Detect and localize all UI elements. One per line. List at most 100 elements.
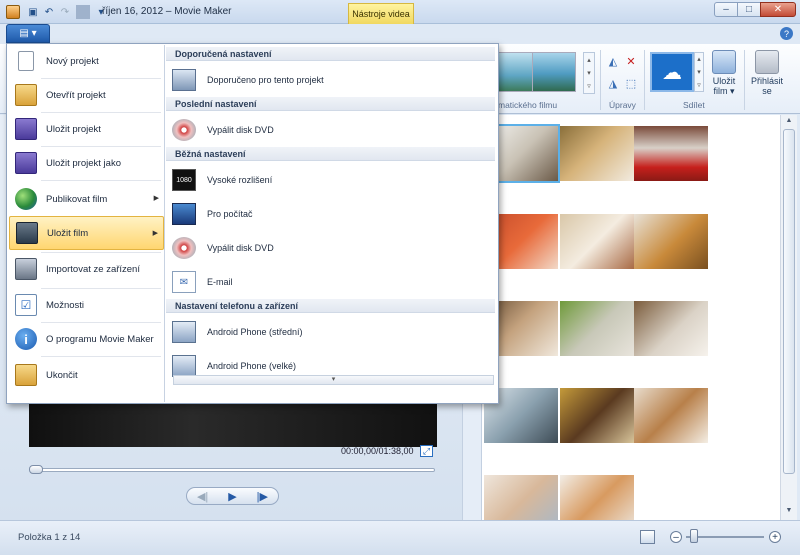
menu-item-new-project[interactable]: Nový projekt (9, 44, 164, 78)
menu-item-about[interactable]: i O programu Movie Maker (9, 322, 164, 356)
menu-item-label: Uložit projekt jako (46, 157, 121, 169)
menu-item-exit[interactable]: Ukončit (9, 358, 164, 392)
submenu-arrow-icon: ▶ (153, 195, 159, 202)
window-title: říjen 16, 2012 – Movie Maker (102, 6, 232, 17)
film-strip-icon (16, 222, 38, 244)
rotate-right-icon[interactable]: ◮ (606, 76, 620, 90)
clip-thumbnail[interactable] (560, 126, 634, 181)
redo-icon[interactable]: ↷ (58, 5, 72, 19)
clip-thumbnail[interactable] (634, 388, 708, 443)
new-document-icon (18, 51, 34, 71)
clip-thumbnail[interactable] (634, 126, 708, 181)
menu-item-save-project-as[interactable]: Uložit projekt jako (9, 146, 164, 180)
item-count-status: Položka 1 z 14 (18, 532, 81, 543)
title-bar: ▣ ↶ ↷ ▾ říjen 16, 2012 – Movie Maker Nás… (0, 0, 800, 24)
menu-item-save-movie[interactable]: Uložit film ▶ (9, 216, 164, 250)
publish-globe-icon (15, 188, 37, 210)
next-frame-button[interactable]: |▶ (257, 490, 268, 503)
submenu-item-label: Vypálit disk DVD (207, 243, 274, 253)
menu-item-open-project[interactable]: Otevřít projekt (9, 78, 164, 112)
scroll-down-icon[interactable]: ▼ (784, 507, 794, 517)
playback-controls: ◀| ▶ |▶ (186, 487, 279, 505)
menu-item-label: O programu Movie Maker (46, 333, 154, 345)
submenu-item-label: Vypálit disk DVD (207, 125, 274, 135)
previous-frame-button[interactable]: ◀| (197, 490, 208, 503)
submenu-section-header: Běžná nastavení (166, 147, 495, 161)
sign-in-button[interactable]: Přihlásit se (748, 50, 786, 96)
remove-icon[interactable]: ✕ (624, 54, 638, 68)
submenu-item-high-definition[interactable]: 1080 Vysoké rozlišení (170, 165, 490, 195)
clip-thumbnail[interactable] (634, 214, 708, 269)
submenu-section-header: Poslední nastavení (166, 97, 495, 111)
save-movie-icon (712, 50, 736, 74)
open-folder-icon (15, 84, 37, 106)
rotate-left-icon[interactable]: ◭ (606, 54, 620, 68)
phone-device-icon (172, 355, 196, 377)
menu-item-label: Ukončit (46, 369, 78, 381)
dvd-disc-icon (172, 119, 196, 141)
save-movie-ribbon-button[interactable]: Uložit film ▾ (708, 50, 740, 97)
help-icon[interactable]: ? (780, 27, 793, 40)
menu-item-label: Otevřít projekt (46, 89, 106, 101)
file-menu-button[interactable]: ▤ ▾ (6, 24, 50, 43)
maximize-button[interactable]: □ (737, 2, 761, 17)
submenu-item-label: Android Phone (střední) (207, 327, 303, 337)
quick-access-toolbar: ▣ ↶ ↷ ▾ (26, 4, 108, 20)
computer-icon (172, 203, 196, 225)
theme-gallery-scroll[interactable]: ▴ ▾ ▿ (583, 52, 595, 94)
seek-handle[interactable] (29, 465, 43, 474)
menu-item-import-from-device[interactable]: Importovat ze zařízení (9, 252, 164, 286)
clip-thumbnail[interactable] (634, 301, 708, 356)
submenu-item-recommended[interactable]: Doporučeno pro tento projekt (170, 65, 490, 95)
submenu-item-label: E-mail (207, 277, 233, 287)
undo-icon[interactable]: ↶ (42, 5, 56, 19)
menu-item-label: Importovat ze zařízení (46, 263, 140, 275)
zoom-slider-handle[interactable] (690, 529, 698, 543)
menu-item-publish-movie[interactable]: Publikovat film ▶ (9, 182, 164, 216)
onedrive-cloud-icon[interactable]: ☁ (650, 52, 694, 92)
submenu-item-for-computer[interactable]: Pro počítač (170, 199, 490, 229)
menu-item-label: Uložit film (47, 227, 89, 239)
edit-group-label: Úpravy (609, 100, 636, 110)
clip-thumbnail[interactable] (560, 388, 634, 443)
movie-maker-app-icon[interactable] (6, 5, 20, 19)
video-tools-context-tab[interactable]: Nástroje videa (348, 3, 414, 24)
play-button[interactable]: ▶ (228, 490, 236, 503)
toolbar-separator (76, 5, 90, 19)
seek-bar[interactable] (31, 468, 435, 472)
fullscreen-icon[interactable]: ⤢ (420, 445, 433, 457)
submenu-item-label: Vysoké rozlišení (207, 175, 273, 185)
scrollbar-thumb[interactable] (783, 129, 795, 474)
save-icon[interactable]: ▣ (26, 5, 40, 19)
submenu-item-android-medium[interactable]: Android Phone (střední) (170, 317, 490, 347)
zoom-out-button[interactable]: – (670, 531, 682, 543)
share-gallery-scroll[interactable]: ▴ ▾ ▿ (694, 52, 704, 92)
submenu-item-burn-dvd[interactable]: Vypálit disk DVD (170, 233, 490, 263)
close-button[interactable]: ✕ (760, 2, 796, 17)
submenu-item-burn-dvd-recent[interactable]: Vypálit disk DVD (170, 115, 490, 145)
storyboard-view-icon[interactable] (640, 530, 655, 544)
minimize-button[interactable]: – (714, 2, 738, 17)
clip-thumbnail[interactable] (560, 301, 634, 356)
clip-thumbnail[interactable] (560, 214, 634, 269)
video-preview[interactable] (29, 402, 437, 447)
zoom-in-button[interactable]: + (769, 531, 781, 543)
select-all-icon[interactable]: ⬚ (624, 76, 638, 90)
timecode-display: 00:00,00/01:38,00 (341, 446, 414, 456)
storyboard-scrollbar[interactable]: ▲ ▼ (780, 115, 797, 520)
menu-item-options[interactable]: ☑ Možnosti (9, 288, 164, 322)
scroll-up-icon[interactable]: ▲ (784, 117, 794, 127)
menu-item-label: Možnosti (46, 299, 85, 311)
themes-group-label: matického filmu (498, 100, 558, 110)
share-group-label: Sdílet (683, 100, 705, 110)
submenu-item-email[interactable]: ✉ E-mail (170, 267, 490, 297)
submenu-item-label: Doporučeno pro tento projekt (207, 75, 324, 85)
menu-item-save-project[interactable]: Uložit projekt (9, 112, 164, 146)
user-avatar-icon (755, 50, 779, 74)
group-separator (744, 50, 745, 110)
camera-import-icon (15, 258, 37, 280)
auto-movie-theme-thumbnail[interactable] (532, 52, 576, 92)
submenu-scroll-down[interactable]: ▾ (173, 375, 494, 385)
menu-item-label: Uložit projekt (46, 123, 101, 135)
save-icon (15, 118, 37, 140)
